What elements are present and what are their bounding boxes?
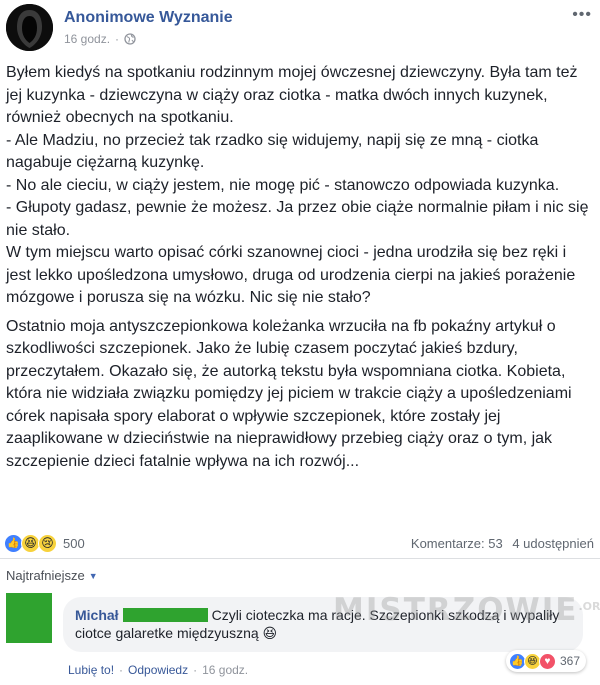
comment-actions: Lubię to! · Odpowiedz · 16 godz. <box>68 663 249 677</box>
post-line: - Głupoty gadasz, pewnie że możesz. Ja p… <box>6 199 589 239</box>
reaction-icons[interactable]: 👍 😆 😢 <box>4 533 57 553</box>
comments-shares: Komentarze: 53 4 udostępnień <box>405 536 594 551</box>
comment-like-button[interactable]: Lubię to! <box>68 663 114 677</box>
post-line: - Ale Madziu, no przecież tak rzadko się… <box>6 131 539 172</box>
comment-timestamp[interactable]: 16 godz. <box>202 663 248 677</box>
caret-down-icon: ▼ <box>88 570 98 581</box>
comments-count-link[interactable]: Komentarze: 53 <box>411 536 503 551</box>
reactions-bar: 👍 😆 😢 500 Komentarze: 53 4 udostępnień <box>4 530 594 556</box>
post-meta: 16 godz. · <box>64 32 136 46</box>
post-paragraph-2: Ostatnio moja antyszczepionkowa koleżank… <box>6 317 572 470</box>
post-text: Byłem kiedyś na spotkaniu rodzinnym moje… <box>6 62 594 479</box>
more-options-button[interactable]: ••• <box>572 6 592 24</box>
sad-reaction-icon: 😢 <box>38 533 57 553</box>
divider <box>0 558 600 559</box>
page-name-link[interactable]: Anonimowe Wyznanie <box>64 9 233 27</box>
comment-author-link[interactable]: Michał <box>75 607 119 623</box>
post-line: Byłem kiedyś na spotkaniu rodzinnym moje… <box>6 64 578 126</box>
censor-bar <box>122 608 208 622</box>
love-reaction-icon: ♥ <box>538 652 556 670</box>
page-avatar[interactable] <box>6 4 53 51</box>
comment: Michał Czyli cioteczka ma racje. Szczepio… <box>6 593 600 683</box>
globe-icon <box>124 33 136 45</box>
comment-reactions[interactable]: 👍 😆 ♥ 367 <box>505 650 586 672</box>
post-timestamp[interactable]: 16 godz. <box>64 32 110 46</box>
commenter-avatar-censored[interactable] <box>6 593 52 643</box>
comment-bubble: Michał Czyli cioteczka ma racje. Szczepio… <box>63 595 600 652</box>
comment-reply-button[interactable]: Odpowiedz <box>128 663 188 677</box>
comment-reaction-count: 367 <box>559 654 580 668</box>
laughing-emoji-icon: 😆 <box>262 625 278 641</box>
shares-count-link[interactable]: 4 udostępnień <box>512 536 594 551</box>
hooded-figure-icon <box>6 4 53 51</box>
reaction-count[interactable]: 500 <box>63 536 85 551</box>
more-dots-icon: ••• <box>572 6 592 23</box>
comment-sort-dropdown[interactable]: Najtrafniejsze ▼ <box>6 568 98 583</box>
post-line: - No ale cieciu, w ciąży jestem, nie mog… <box>6 176 560 194</box>
post-paragraph-1: Byłem kiedyś na spotkaniu rodzinnym moje… <box>6 62 594 310</box>
post-line: W tym miejscu warto opisać córki szanown… <box>6 244 576 306</box>
sort-label: Najtrafniejsze <box>6 568 85 583</box>
post-header: Anonimowe Wyznanie 16 godz. · ••• <box>6 4 594 56</box>
